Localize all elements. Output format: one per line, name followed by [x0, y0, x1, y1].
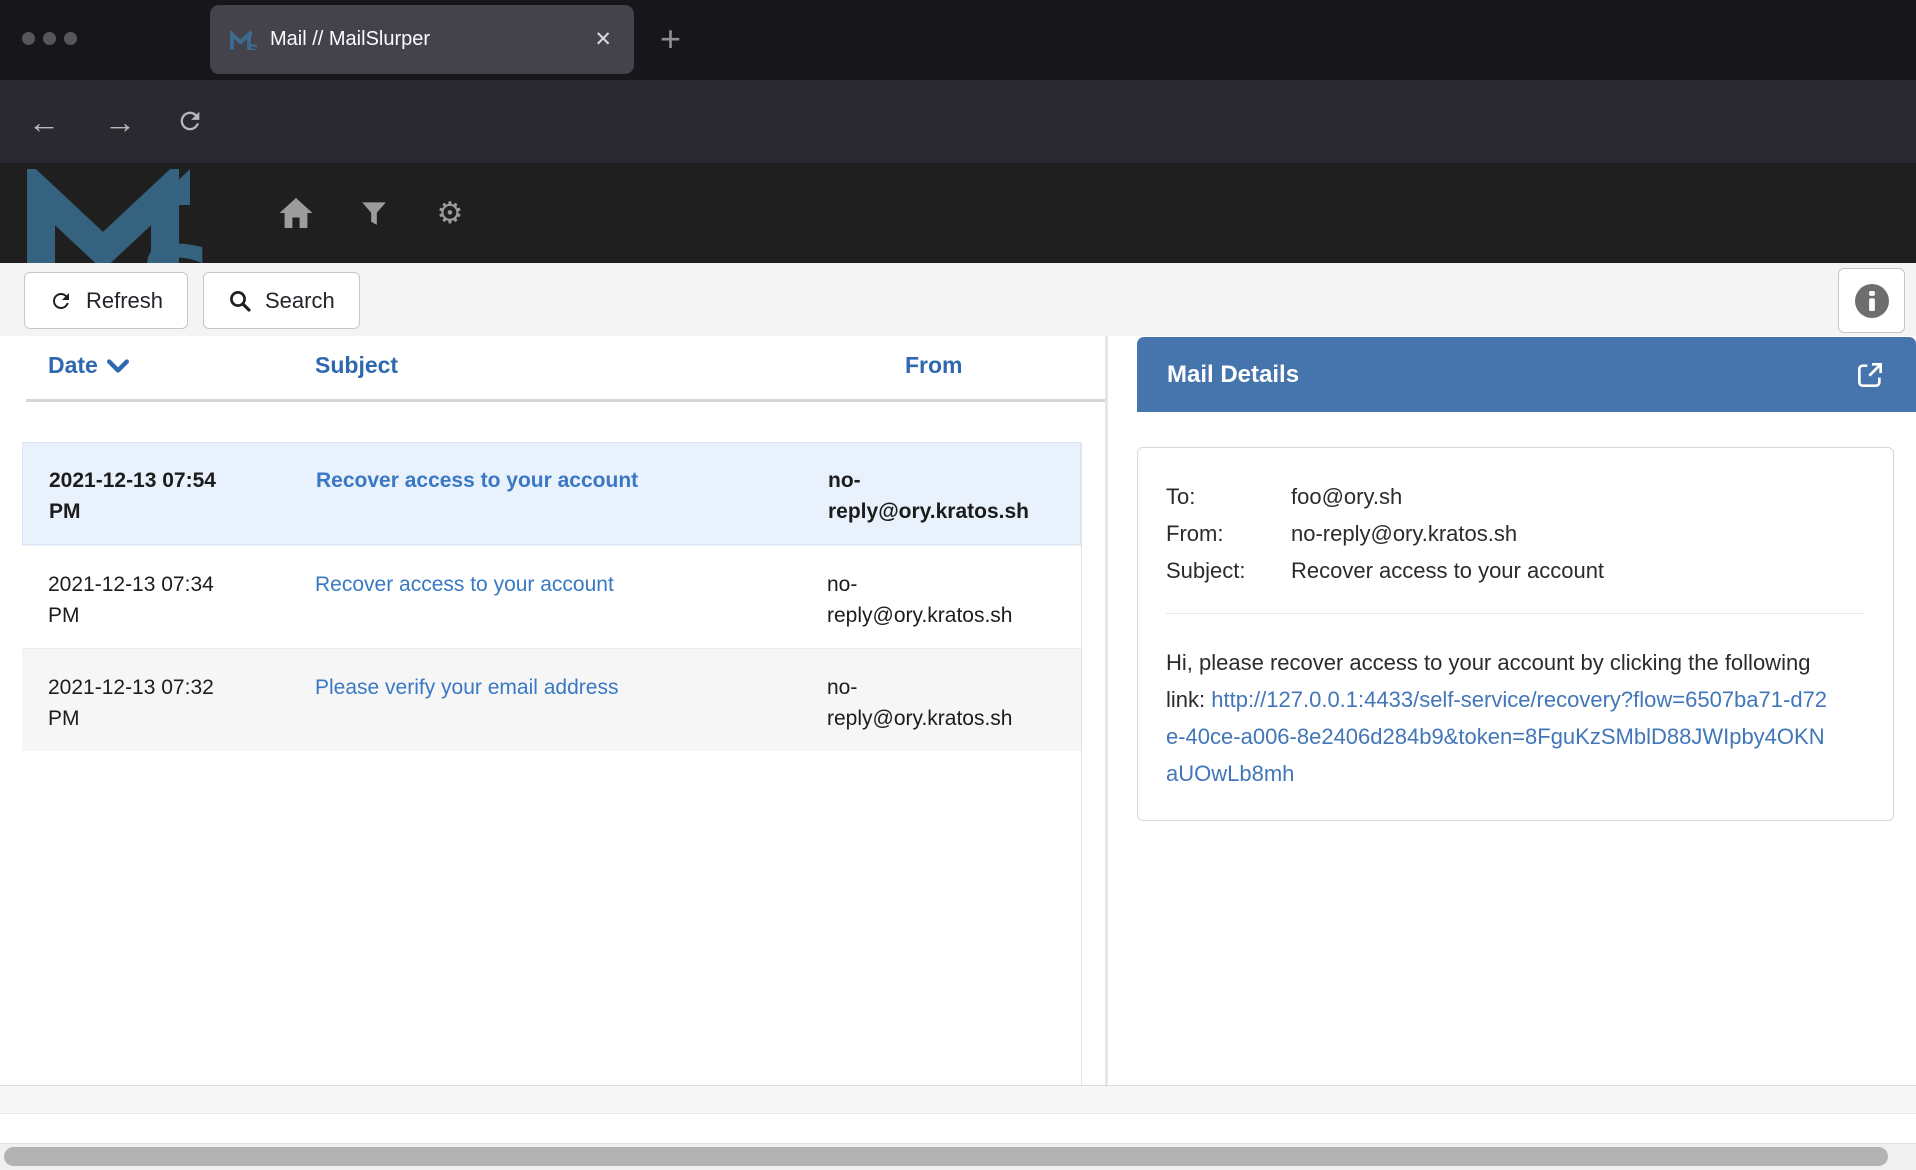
field-from: From: no-reply@ory.kratos.sh: [1166, 515, 1865, 552]
browser-tab[interactable]: s Mail // MailSlurper ✕: [210, 5, 634, 74]
mail-subject-link[interactable]: Please verify your email address: [315, 672, 801, 703]
recovery-link[interactable]: http://127.0.0.1:4433/self-service/recov…: [1166, 687, 1827, 786]
to-label: To:: [1166, 478, 1291, 515]
field-to: To: foo@ory.sh: [1166, 478, 1865, 515]
svg-text:s: s: [141, 201, 212, 263]
new-tab-button[interactable]: +: [660, 17, 681, 61]
svg-text:s: s: [246, 36, 257, 49]
mail-row-selected[interactable]: 2021-12-13 07:54 PM Recover access to yo…: [22, 442, 1081, 545]
window-controls: [22, 32, 77, 45]
mail-body: Hi, please recover access to your accoun…: [1166, 644, 1828, 792]
field-subject: Subject: Recover access to your account: [1166, 552, 1865, 589]
from-label: From:: [1166, 515, 1291, 552]
forward-icon[interactable]: →: [104, 102, 136, 142]
window-close-button[interactable]: [22, 32, 35, 45]
subject-label: Subject:: [1166, 552, 1291, 589]
mail-row[interactable]: 2021-12-13 07:34 PM Recover access to yo…: [22, 545, 1081, 648]
action-strip: Refresh Search: [0, 263, 1916, 336]
sort-chevron-down-icon: [107, 359, 129, 373]
back-icon[interactable]: ←: [28, 102, 60, 142]
refresh-icon: [49, 289, 73, 313]
info-icon: [1855, 284, 1889, 318]
tab-close-icon[interactable]: ✕: [592, 27, 614, 52]
bottom-strip: [0, 1086, 1916, 1113]
mail-date: 2021-12-13 07:34 PM: [48, 569, 238, 631]
reload-icon[interactable]: [176, 107, 204, 135]
mail-subject-link[interactable]: Recover access to your account: [316, 465, 800, 496]
mail-details-title: Mail Details: [1167, 361, 1854, 389]
search-button[interactable]: Search: [203, 272, 360, 329]
mail-from: no-reply@ory.kratos.sh: [827, 569, 1042, 631]
to-value: foo@ory.sh: [1291, 478, 1402, 515]
info-button[interactable]: [1838, 268, 1905, 333]
settings-gear-icon[interactable]: ⚙: [428, 163, 472, 263]
mail-row[interactable]: 2021-12-13 07:32 PM Please verify your e…: [22, 648, 1081, 751]
tab-title: Mail // MailSlurper: [270, 28, 592, 51]
home-icon[interactable]: [274, 163, 318, 263]
panel-divider: [1105, 336, 1108, 1113]
card-divider: [1166, 613, 1865, 614]
header-divider: [26, 399, 1107, 402]
mail-details-header: Mail Details: [1137, 337, 1916, 412]
bottom-strip-border: [0, 1113, 1916, 1114]
mail-from: no-reply@ory.kratos.sh: [828, 465, 1043, 527]
browser-toolbar: ← → 127.0.0.1:4436/# 90% »: [0, 80, 1916, 163]
window-minimize-button[interactable]: [43, 32, 56, 45]
mail-list: 2021-12-13 07:54 PM Recover access to yo…: [22, 442, 1082, 1085]
mailslurper-logo: s: [25, 169, 230, 263]
mailslurper-favicon: s: [230, 30, 257, 50]
mail-details-card: To: foo@ory.sh From: no-reply@ory.kratos…: [1137, 447, 1894, 821]
column-header-from: From: [905, 352, 963, 379]
search-icon: [228, 289, 252, 313]
column-header-subject: Subject: [315, 352, 398, 379]
mail-date: 2021-12-13 07:54 PM: [49, 465, 239, 527]
app-navbar: s ⚙: [0, 163, 1916, 263]
browser-tab-bar: s Mail // MailSlurper ✕ +: [0, 0, 1916, 80]
subject-value: Recover access to your account: [1291, 552, 1604, 589]
mail-subject-link[interactable]: Recover access to your account: [315, 569, 801, 600]
from-value: no-reply@ory.kratos.sh: [1291, 515, 1517, 552]
mail-date: 2021-12-13 07:32 PM: [48, 672, 238, 734]
horizontal-scrollbar-thumb[interactable]: [4, 1147, 1888, 1166]
filter-icon[interactable]: [352, 163, 396, 263]
open-external-icon[interactable]: [1854, 359, 1886, 391]
search-label: Search: [265, 288, 335, 314]
mail-from: no-reply@ory.kratos.sh: [827, 672, 1042, 734]
refresh-label: Refresh: [86, 288, 163, 314]
refresh-button[interactable]: Refresh: [24, 272, 188, 329]
window-maximize-button[interactable]: [64, 32, 77, 45]
column-header-date[interactable]: Date: [48, 352, 129, 379]
